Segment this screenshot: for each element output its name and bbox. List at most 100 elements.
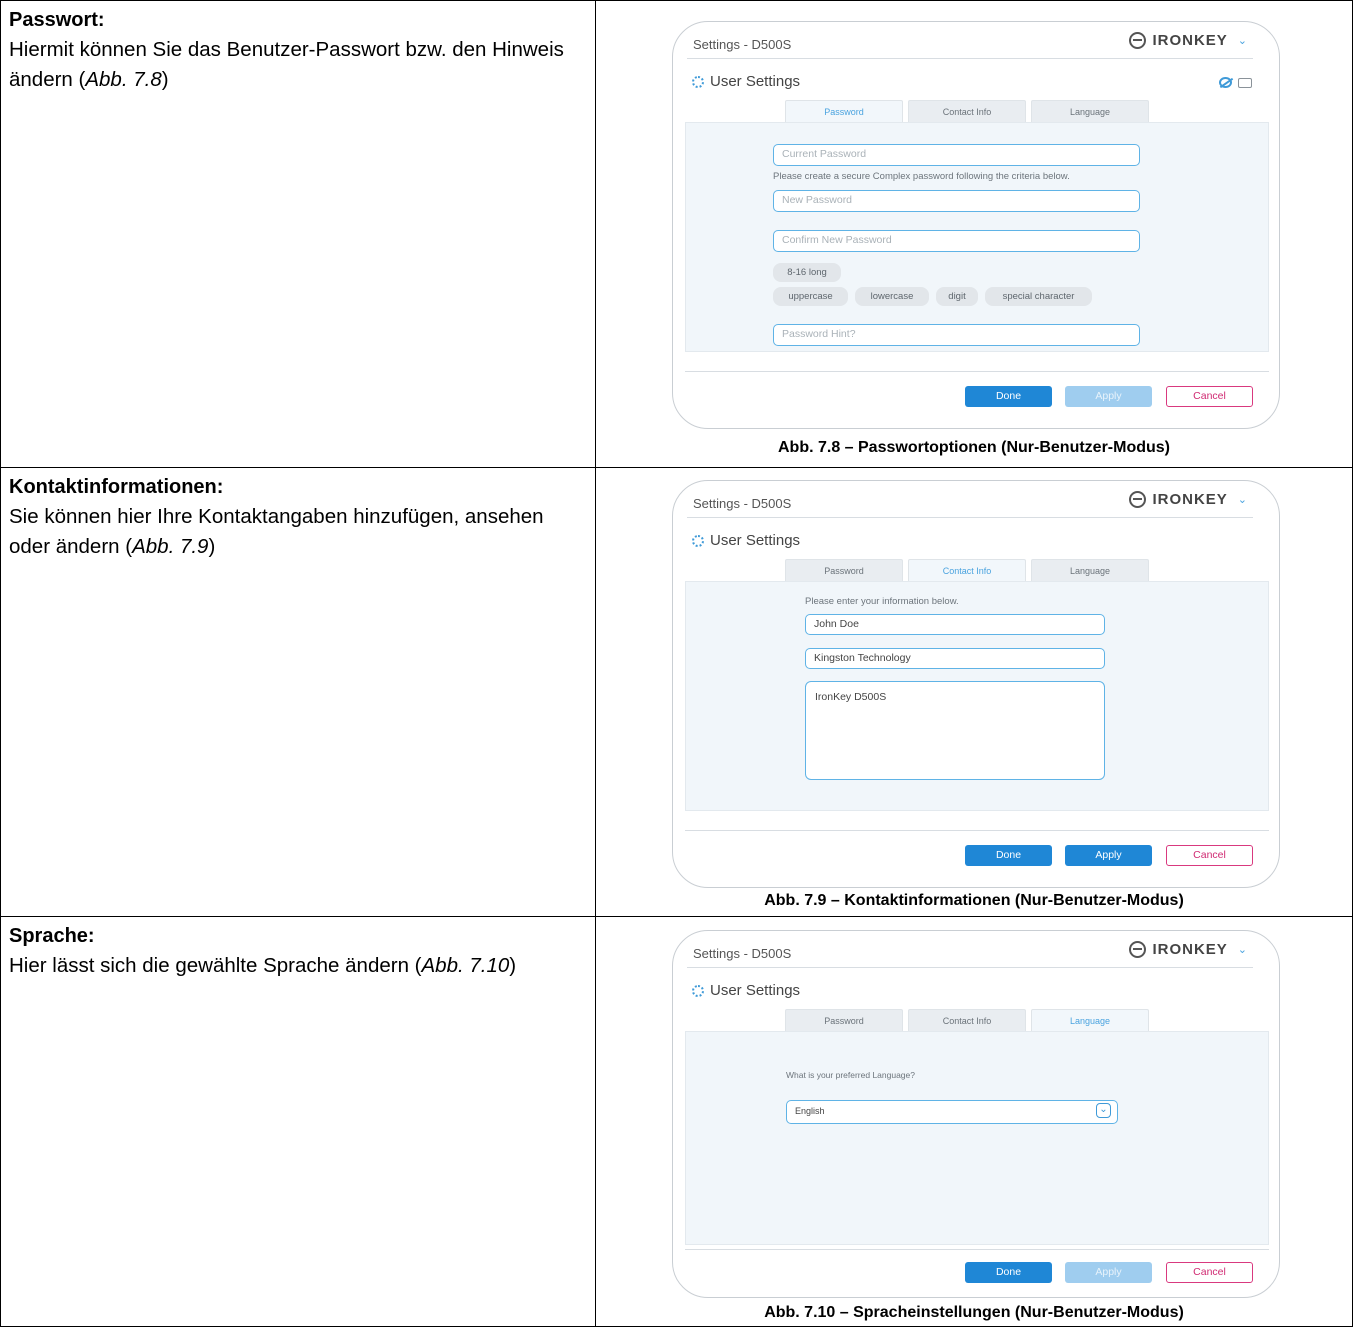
divider xyxy=(685,830,1269,831)
tab-contact-info[interactable]: Contact Info xyxy=(908,100,1026,122)
section-body: Hier lässt sich die gewählte Sprache änd… xyxy=(9,951,587,981)
row-language: Sprache: Hier lässt sich die gewählte Sp… xyxy=(1,917,1352,1327)
criteria-digit: digit xyxy=(936,287,978,306)
password-instruction: Please create a secure Complex password … xyxy=(773,171,1070,182)
section-title: Passwort: xyxy=(9,9,105,31)
tab-contact-info[interactable]: Contact Info xyxy=(908,559,1026,581)
body-text-end: ) xyxy=(208,535,216,558)
chevron-down-icon[interactable]: ⌄ xyxy=(1096,1103,1111,1118)
settings-window: Settings - D500S IRONKEY ⌄ User Settings… xyxy=(672,21,1280,429)
tab-password[interactable]: Password xyxy=(785,559,903,581)
gear-icon xyxy=(692,534,704,547)
body-text-end: ) xyxy=(509,954,517,977)
cancel-button[interactable]: Cancel xyxy=(1166,386,1253,407)
row-password: Passwort: Hiermit können Sie das Benutze… xyxy=(1,1,1352,468)
language-selected-value: English xyxy=(795,1106,825,1116)
chevron-down-icon[interactable]: ⌄ xyxy=(1238,943,1247,956)
password-hint-input[interactable]: Password Hint? xyxy=(773,324,1140,346)
settings-heading: User Settings xyxy=(692,73,800,90)
done-button[interactable]: Done xyxy=(965,1262,1052,1283)
criteria-special-character: special character xyxy=(985,287,1092,306)
body-text: Hier lässt sich die gewählte Sprache änd… xyxy=(9,954,422,977)
tab-panel: Please enter your information below. Joh… xyxy=(685,581,1269,811)
tab-bar: Password Contact Info Language xyxy=(785,559,1149,581)
figure-reference: Abb. 7.8 xyxy=(85,68,162,91)
criteria-lowercase: lowercase xyxy=(855,287,929,306)
divider xyxy=(685,371,1269,372)
current-password-input[interactable]: Current Password xyxy=(773,144,1140,166)
tab-password[interactable]: Password xyxy=(785,1009,903,1031)
tab-panel: What is your preferred Language? English… xyxy=(685,1031,1269,1245)
description-cell: Kontaktinformationen: Sie können hier Ih… xyxy=(1,468,596,916)
tab-language[interactable]: Language xyxy=(1031,1009,1149,1031)
settings-window: Settings - D500S IRONKEY ⌄ User Settings… xyxy=(672,930,1280,1298)
apply-button[interactable]: Apply xyxy=(1065,845,1152,866)
figure-cell: Settings - D500S IRONKEY ⌄ User Settings… xyxy=(596,468,1352,916)
brand: IRONKEY ⌄ xyxy=(1129,491,1247,508)
details-textarea[interactable]: IronKey D500S xyxy=(805,681,1105,780)
done-button[interactable]: Done xyxy=(965,386,1052,407)
divider xyxy=(687,517,1253,518)
ironkey-logo-icon xyxy=(1129,941,1147,958)
row-contact-info: Kontaktinformationen: Sie können hier Ih… xyxy=(1,468,1352,917)
body-text-end: ) xyxy=(161,68,169,91)
settings-heading: User Settings xyxy=(692,982,800,999)
brand: IRONKEY ⌄ xyxy=(1129,32,1247,49)
hide-password-icon[interactable] xyxy=(1219,77,1232,88)
confirm-password-input[interactable]: Confirm New Password xyxy=(773,230,1140,252)
new-password-input[interactable]: New Password xyxy=(773,190,1140,212)
chevron-down-icon[interactable]: ⌄ xyxy=(1238,34,1247,47)
brand-name: IRONKEY xyxy=(1152,32,1228,49)
toolbar-icons xyxy=(1219,77,1252,88)
description-cell: Passwort: Hiermit können Sie das Benutze… xyxy=(1,1,596,467)
language-question: What is your preferred Language? xyxy=(786,1070,915,1080)
company-field[interactable]: Kingston Technology xyxy=(805,648,1105,669)
figure-reference: Abb. 7.10 xyxy=(421,954,510,977)
section-body: Sie können hier Ihre Kontaktangaben hinz… xyxy=(9,502,587,562)
section-title: Kontaktinformationen: xyxy=(9,476,224,498)
tab-bar: Password Contact Info Language xyxy=(785,1009,1149,1031)
apply-button[interactable]: Apply xyxy=(1065,1262,1152,1283)
document-table: Passwort: Hiermit können Sie das Benutze… xyxy=(0,0,1353,1327)
divider xyxy=(685,1249,1269,1250)
tab-language[interactable]: Language xyxy=(1031,100,1149,122)
divider xyxy=(687,58,1253,59)
cancel-button[interactable]: Cancel xyxy=(1166,1262,1253,1283)
page-title: User Settings xyxy=(710,532,801,549)
tab-password[interactable]: Password xyxy=(785,100,903,122)
name-field[interactable]: John Doe xyxy=(805,614,1105,635)
gear-icon xyxy=(692,984,704,997)
figure-reference: Abb. 7.9 xyxy=(132,535,209,558)
page-title: User Settings xyxy=(710,73,801,90)
apply-button[interactable]: Apply xyxy=(1065,386,1152,407)
ironkey-logo-icon xyxy=(1129,32,1147,49)
cancel-button[interactable]: Cancel xyxy=(1166,845,1253,866)
contact-instruction: Please enter your information below. xyxy=(805,596,959,607)
gear-icon xyxy=(692,75,704,88)
figure-caption: Abb. 7.10 – Spracheinstellungen (Nur-Ben… xyxy=(764,1304,1184,1321)
criteria-uppercase: uppercase xyxy=(773,287,848,306)
figure-caption: Abb. 7.8 – Passwortoptionen (Nur-Benutze… xyxy=(777,439,1170,456)
ironkey-logo-icon xyxy=(1129,491,1147,508)
tab-bar: Password Contact Info Language xyxy=(785,100,1149,122)
description-cell: Sprache: Hier lässt sich die gewählte Sp… xyxy=(1,917,596,1327)
window-title: Settings - D500S xyxy=(693,496,792,511)
criteria-length: 8-16 long xyxy=(773,263,841,282)
figure-cell: Settings - D500S IRONKEY ⌄ User Settings… xyxy=(596,1,1352,467)
window-title: Settings - D500S xyxy=(693,37,792,52)
window-title: Settings - D500S xyxy=(693,946,792,961)
settings-heading: User Settings xyxy=(692,532,800,549)
divider xyxy=(687,967,1253,968)
done-button[interactable]: Done xyxy=(965,845,1052,866)
page-title: User Settings xyxy=(710,982,801,999)
tab-panel: Current Password Please create a secure … xyxy=(685,122,1269,352)
tab-language[interactable]: Language xyxy=(1031,559,1149,581)
brand: IRONKEY ⌄ xyxy=(1129,941,1247,958)
brand-name: IRONKEY xyxy=(1152,941,1228,958)
keyboard-icon[interactable] xyxy=(1238,77,1252,88)
language-select[interactable]: English ⌄ xyxy=(786,1100,1118,1124)
chevron-down-icon[interactable]: ⌄ xyxy=(1238,493,1247,506)
settings-window: Settings - D500S IRONKEY ⌄ User Settings… xyxy=(672,480,1280,888)
tab-contact-info[interactable]: Contact Info xyxy=(908,1009,1026,1031)
body-text: Sie können hier Ihre Kontaktangaben hinz… xyxy=(9,505,544,558)
